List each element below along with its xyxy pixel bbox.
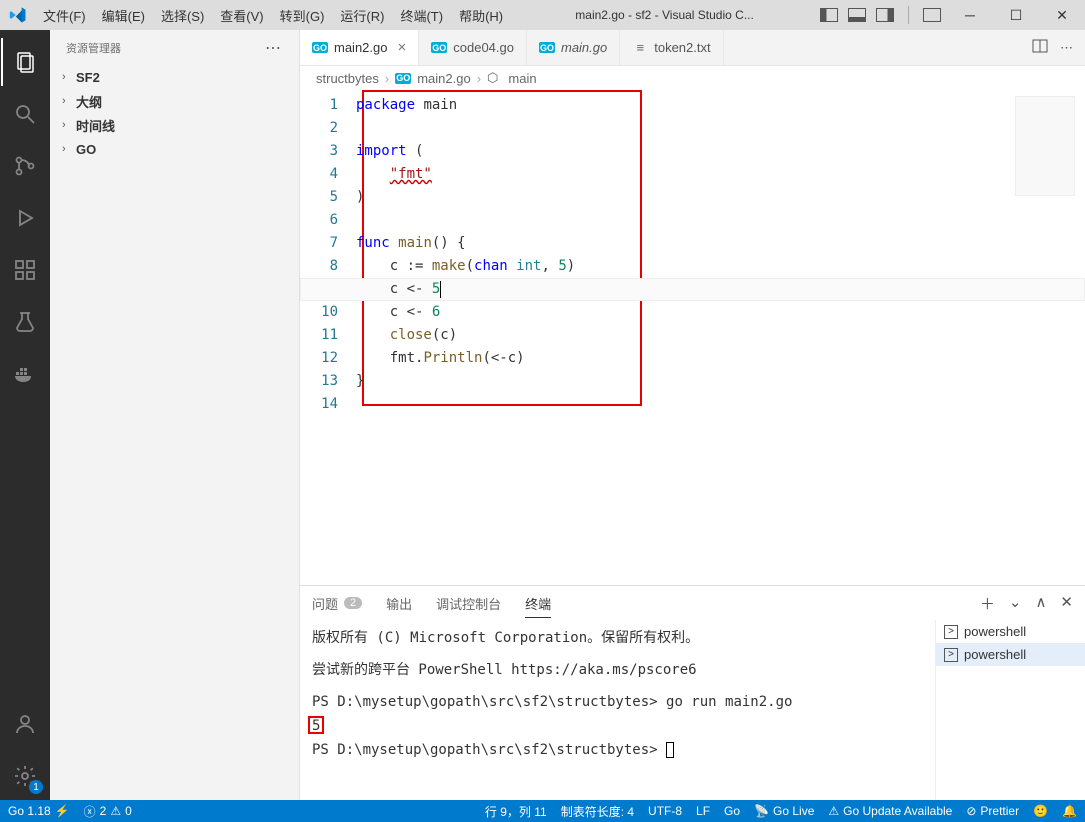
breadcrumb-symbol[interactable]: main bbox=[508, 71, 536, 86]
layout-left-icon[interactable] bbox=[820, 8, 838, 22]
debug-icon[interactable] bbox=[1, 194, 49, 242]
terminal-list: >powershell >powershell bbox=[935, 620, 1085, 800]
editor-area: GOmain2.go× GOcode04.go GOmain.go ≡token… bbox=[300, 30, 1085, 800]
editor-more-icon[interactable]: ⋯ bbox=[1060, 40, 1075, 56]
tab-token2-txt[interactable]: ≡token2.txt bbox=[620, 30, 723, 65]
term-line: PS D:\mysetup\gopath\src\sf2\structbytes… bbox=[312, 690, 923, 714]
status-feedback-icon[interactable]: 🙂 bbox=[1033, 804, 1048, 818]
status-bar: Go 1.18 ⚡ ⓧ2⚠0 行 9，列 11 制表符长度: 4 UTF-8 L… bbox=[0, 800, 1085, 822]
close-panel-icon[interactable]: ✕ bbox=[1060, 593, 1073, 614]
close-tab-icon[interactable]: × bbox=[397, 39, 406, 56]
go-file-icon: GO bbox=[431, 42, 447, 53]
status-eol[interactable]: LF bbox=[696, 804, 710, 818]
layout-right-icon[interactable] bbox=[876, 8, 894, 22]
breadcrumb-file[interactable]: main2.go bbox=[417, 71, 470, 86]
line-gutter: 1234567891011121314 bbox=[300, 90, 356, 585]
term-line: PS D:\mysetup\gopath\src\sf2\structbytes… bbox=[312, 738, 923, 762]
terminal-item[interactable]: >powershell bbox=[936, 643, 1085, 666]
new-terminal-icon[interactable]: ＋ bbox=[980, 593, 995, 614]
menu-terminal[interactable]: 终端(T) bbox=[392, 0, 451, 31]
text-cursor bbox=[440, 281, 441, 298]
layout-controls bbox=[818, 6, 947, 24]
side-bar: 资源管理器 ⋯ ›SF2 ›大纲 ›时间线 ›GO bbox=[50, 30, 300, 800]
code-content[interactable]: package main import ( "fmt" ) func main(… bbox=[356, 90, 1085, 585]
terminal-cursor-icon bbox=[666, 742, 674, 758]
status-cursor-pos[interactable]: 行 9，列 11 bbox=[485, 803, 547, 820]
terminal-dropdown-icon[interactable]: ⌄ bbox=[1009, 593, 1022, 614]
panel-tab-terminal[interactable]: 终端 bbox=[525, 594, 551, 618]
menu-run[interactable]: 运行(R) bbox=[332, 0, 392, 31]
panel-tab-debug[interactable]: 调试控制台 bbox=[436, 594, 501, 613]
terminal-item[interactable]: >powershell bbox=[936, 620, 1085, 643]
tree-item-sf2[interactable]: ›SF2 bbox=[50, 65, 299, 89]
docker-icon[interactable] bbox=[1, 350, 49, 398]
title-bar: 文件(F) 编辑(E) 选择(S) 查看(V) 转到(G) 运行(R) 终端(T… bbox=[0, 0, 1085, 30]
go-file-icon: GO bbox=[395, 73, 411, 84]
tree-item-go[interactable]: ›GO bbox=[50, 137, 299, 161]
status-encoding[interactable]: UTF-8 bbox=[648, 804, 682, 818]
tab-main-go[interactable]: GOmain.go bbox=[527, 30, 620, 65]
status-go-version[interactable]: Go 1.18 ⚡ bbox=[8, 804, 70, 818]
status-bell-icon[interactable]: 🔔 bbox=[1062, 804, 1077, 818]
editor-tabs: GOmain2.go× GOcode04.go GOmain.go ≡token… bbox=[300, 30, 1085, 66]
panel-tab-output[interactable]: 输出 bbox=[386, 594, 412, 613]
layout-bottom-icon[interactable] bbox=[848, 8, 866, 22]
activity-bar: 1 bbox=[0, 30, 50, 800]
status-go-live[interactable]: 📡Go Live bbox=[754, 804, 814, 818]
layout-grid-icon[interactable] bbox=[923, 8, 941, 22]
text-file-icon: ≡ bbox=[632, 40, 648, 55]
breadcrumb-root[interactable]: structbytes bbox=[316, 71, 379, 86]
menu-file[interactable]: 文件(F) bbox=[35, 0, 94, 31]
go-file-icon: GO bbox=[312, 42, 328, 53]
sidebar-title: 资源管理器 bbox=[66, 40, 121, 56]
status-lang[interactable]: Go bbox=[724, 804, 740, 818]
panel-tabs: 问题2 输出 调试控制台 终端 ＋ ⌄ ∧ ✕ bbox=[300, 586, 1085, 620]
close-button[interactable]: ✕ bbox=[1039, 0, 1085, 30]
menu-bar: 文件(F) 编辑(E) 选择(S) 查看(V) 转到(G) 运行(R) 终端(T… bbox=[35, 0, 511, 31]
maximize-button[interactable]: ☐ bbox=[993, 0, 1039, 30]
explorer-icon[interactable] bbox=[1, 38, 49, 86]
panel: 问题2 输出 调试控制台 终端 ＋ ⌄ ∧ ✕ 版权所有 (C) Microso… bbox=[300, 585, 1085, 800]
extensions-icon[interactable] bbox=[1, 246, 49, 294]
term-line: 版权所有 (C) Microsoft Corporation。保留所有权利。 bbox=[312, 626, 923, 650]
status-prettier[interactable]: ⊘Prettier bbox=[966, 804, 1019, 818]
symbol-icon bbox=[487, 70, 502, 86]
tab-main2-go[interactable]: GOmain2.go× bbox=[300, 30, 419, 65]
status-go-update[interactable]: ⚠Go Update Available bbox=[828, 804, 952, 818]
search-icon[interactable] bbox=[1, 90, 49, 138]
terminal-output[interactable]: 版权所有 (C) Microsoft Corporation。保留所有权利。 尝… bbox=[300, 620, 935, 800]
maximize-panel-icon[interactable]: ∧ bbox=[1035, 593, 1046, 614]
settings-badge: 1 bbox=[29, 780, 43, 794]
menu-goto[interactable]: 转到(G) bbox=[272, 0, 333, 31]
panel-tab-problems[interactable]: 问题2 bbox=[312, 594, 362, 613]
status-tab-size[interactable]: 制表符长度: 4 bbox=[561, 803, 634, 820]
minimize-button[interactable]: ─ bbox=[947, 0, 993, 30]
sidebar-more-icon[interactable]: ⋯ bbox=[265, 38, 283, 58]
testing-icon[interactable] bbox=[1, 298, 49, 346]
tab-code04-go[interactable]: GOcode04.go bbox=[419, 30, 527, 65]
status-problems[interactable]: ⓧ2⚠0 bbox=[84, 803, 132, 820]
vscode-logo bbox=[0, 6, 35, 24]
explorer-tree: ›SF2 ›大纲 ›时间线 ›GO bbox=[50, 65, 299, 161]
breadcrumb[interactable]: structbytes › GO main2.go › main bbox=[300, 66, 1085, 90]
menu-view[interactable]: 查看(V) bbox=[212, 0, 271, 31]
menu-select[interactable]: 选择(S) bbox=[153, 0, 212, 31]
tree-item-timeline[interactable]: ›时间线 bbox=[50, 113, 299, 137]
scm-icon[interactable] bbox=[1, 142, 49, 190]
account-icon[interactable] bbox=[1, 700, 49, 748]
term-line: 尝试新的跨平台 PowerShell https://aka.ms/pscore… bbox=[312, 658, 923, 682]
go-file-icon: GO bbox=[539, 42, 555, 53]
editor[interactable]: 1234567891011121314 package main import … bbox=[300, 90, 1085, 585]
menu-edit[interactable]: 编辑(E) bbox=[94, 0, 153, 31]
menu-help[interactable]: 帮助(H) bbox=[451, 0, 511, 31]
settings-icon[interactable]: 1 bbox=[1, 752, 49, 800]
term-line: 5 bbox=[312, 714, 923, 738]
window-title: main2.go - sf2 - Visual Studio C... bbox=[511, 8, 818, 22]
split-editor-icon[interactable] bbox=[1032, 38, 1048, 57]
tree-item-outline[interactable]: ›大纲 bbox=[50, 89, 299, 113]
